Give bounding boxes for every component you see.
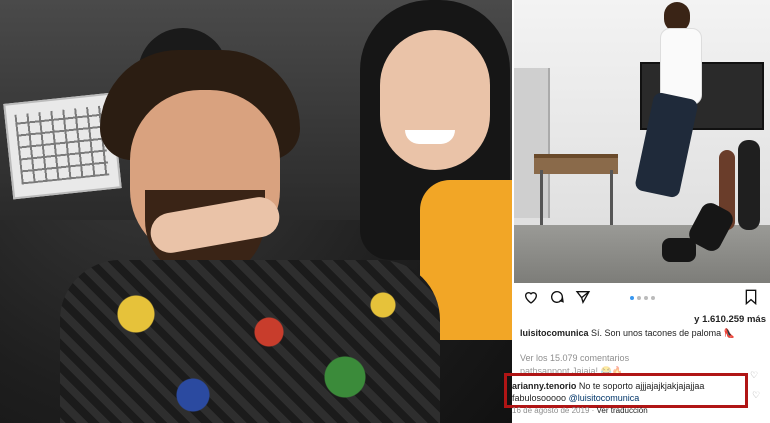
keyboard-stand-leg <box>610 170 613 225</box>
carousel-dot <box>651 296 655 300</box>
post-date-line: 16 de agosto de 2019 · Ver traducción <box>512 406 648 415</box>
heart-icon[interactable] <box>522 288 540 306</box>
door <box>514 68 550 218</box>
keyboard-instrument <box>534 154 618 174</box>
comment-like-icon[interactable]: ♡ <box>752 390 760 401</box>
post-image[interactable] <box>514 0 770 283</box>
comment-mention[interactable]: @luisitocomunica <box>569 393 640 403</box>
likes-count[interactable]: y 1.610.259 más <box>630 314 766 325</box>
post-date: 16 de agosto de 2019 <box>512 406 590 415</box>
carousel-dot <box>644 296 648 300</box>
comment-username[interactable]: arianny.tenorio <box>512 381 576 391</box>
guitar-case <box>738 140 760 230</box>
caption-username[interactable]: luisitocomunica <box>520 328 589 338</box>
comment-like-icon[interactable]: ♡ <box>750 370 758 381</box>
share-icon[interactable] <box>574 288 592 306</box>
room-floor <box>514 225 770 283</box>
keyboard-stand-leg <box>540 170 543 225</box>
post-caption: luisitocomunica Sí. Son unos tacones de … <box>520 327 764 339</box>
carousel-dot <box>637 296 641 300</box>
carousel-dot-active <box>630 296 634 300</box>
caption-text: Sí. Son unos tacones de paloma 👠 <box>588 328 735 338</box>
translate-link[interactable]: Ver traducción <box>597 406 648 415</box>
floral-shirt <box>60 260 440 423</box>
carousel-dots <box>630 296 655 300</box>
instagram-post: y 1.610.259 más luisitocomunica Sí. Son … <box>514 0 770 423</box>
view-comments-link[interactable]: Ver los 15.079 comentarios <box>520 353 629 363</box>
post-actions <box>514 288 770 310</box>
couple-photo <box>0 0 512 423</box>
highlighted-comment: arianny.tenorio No te soporto ajjjajajkj… <box>512 380 752 404</box>
boot <box>662 238 696 262</box>
comment-icon[interactable] <box>548 288 566 306</box>
woman-smile <box>405 130 455 144</box>
bookmark-icon[interactable] <box>742 288 760 306</box>
